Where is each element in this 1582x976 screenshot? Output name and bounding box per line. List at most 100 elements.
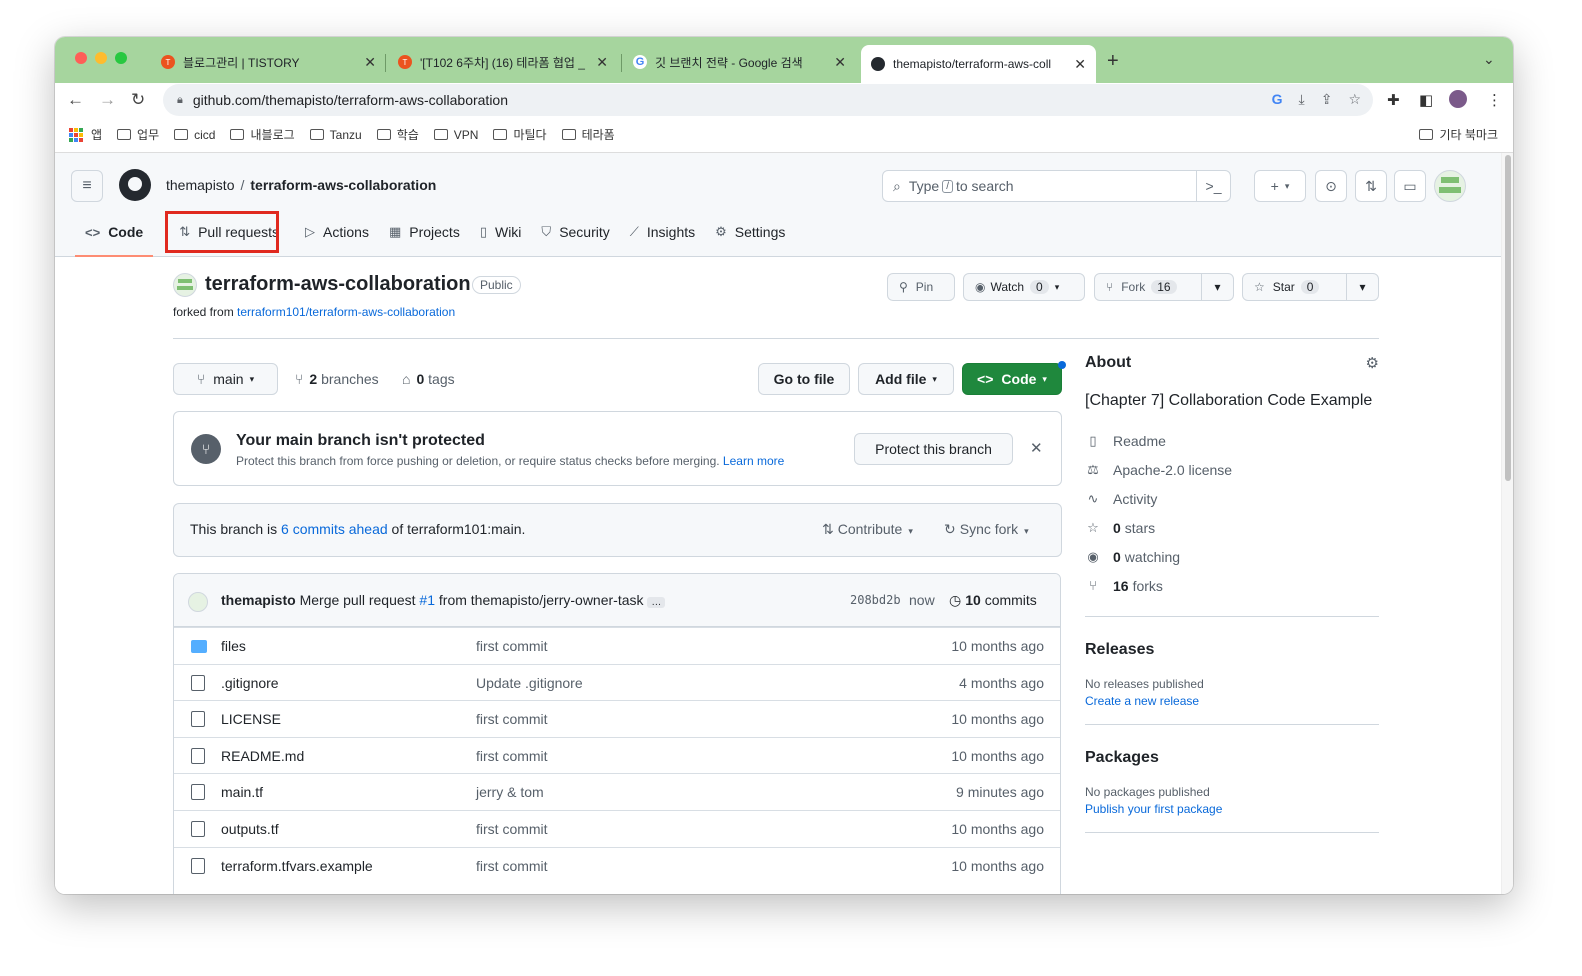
- file-name[interactable]: files: [221, 638, 246, 654]
- add-file-button[interactable]: Add file ▾: [858, 363, 954, 395]
- branch-select[interactable]: ⑂ main ▾: [173, 363, 278, 395]
- bookmark-star-icon[interactable]: ☆: [1348, 91, 1361, 108]
- close-tab-icon[interactable]: ✕: [834, 54, 846, 71]
- expand-commit-button[interactable]: …: [647, 597, 666, 608]
- browser-menu-icon[interactable]: ⋮: [1487, 91, 1502, 109]
- tab-insights[interactable]: ⟋ Insights: [620, 215, 705, 249]
- forked-from-link[interactable]: terraform101/terraform-aws-collaboration: [237, 305, 455, 319]
- file-row[interactable]: .gitignore Update .gitignore 4 months ago: [174, 663, 1060, 701]
- tab-actions[interactable]: ▷ Actions: [295, 215, 379, 249]
- file-row[interactable]: outputs.tf first commit 10 months ago: [174, 809, 1060, 847]
- chevron-down-icon[interactable]: ▾: [1201, 274, 1233, 300]
- close-window-button[interactable]: [75, 52, 87, 64]
- other-bookmarks-folder[interactable]: 기타 북마크: [1419, 126, 1498, 143]
- bookmark-folder[interactable]: 마틸다: [493, 126, 547, 143]
- bookmark-folder[interactable]: cicd: [174, 128, 215, 142]
- fork-button[interactable]: ⑂ Fork 16 ▾: [1094, 273, 1234, 301]
- browser-tab-active[interactable]: themapisto/terraform-aws-coll ✕: [861, 45, 1096, 83]
- file-row[interactable]: main.tf jerry & tom 9 minutes ago: [174, 773, 1060, 810]
- user-avatar[interactable]: [1434, 170, 1466, 202]
- bookmark-folder[interactable]: VPN: [433, 128, 478, 142]
- contribute-dropdown[interactable]: ⇅ Contribute ▾: [822, 521, 913, 538]
- zoom-window-button[interactable]: [115, 52, 127, 64]
- learn-more-link[interactable]: Learn more: [723, 454, 784, 468]
- repo-link[interactable]: terraform-aws-collaboration: [250, 177, 436, 193]
- create-new-button[interactable]: + ▾: [1254, 170, 1306, 202]
- file-commit-message[interactable]: first commit: [476, 711, 548, 727]
- watching-link[interactable]: ◉ 0 watching: [1085, 542, 1379, 571]
- file-commit-message[interactable]: jerry & tom: [476, 784, 544, 800]
- bookmark-folder[interactable]: 내블로그: [230, 126, 295, 143]
- profile-avatar[interactable]: [1449, 90, 1467, 108]
- inbox-icon[interactable]: ▭: [1394, 170, 1426, 202]
- bookmark-folder[interactable]: Tanzu: [309, 128, 362, 142]
- bookmark-folder[interactable]: 업무: [117, 126, 159, 143]
- extensions-icon[interactable]: ✚: [1387, 91, 1400, 109]
- code-button[interactable]: <> Code ▾: [962, 363, 1062, 395]
- file-commit-message[interactable]: first commit: [476, 821, 548, 837]
- commits-link[interactable]: ◷ 10 commits: [949, 592, 1037, 609]
- command-palette-icon[interactable]: >_: [1196, 171, 1230, 201]
- file-name[interactable]: README.md: [221, 748, 304, 764]
- create-release-link[interactable]: Create a new release: [1085, 694, 1199, 708]
- tab-wiki[interactable]: ▯ Wiki: [470, 215, 532, 249]
- publish-package-link[interactable]: Publish your first package: [1085, 802, 1222, 816]
- gear-icon[interactable]: ⚙: [1366, 354, 1379, 372]
- forward-icon[interactable]: →: [99, 90, 116, 110]
- branches-link[interactable]: ⑂ 2 branches: [295, 371, 379, 387]
- sync-fork-dropdown[interactable]: ↻ Sync fork ▾: [944, 521, 1029, 538]
- file-name[interactable]: .gitignore: [221, 675, 279, 691]
- tab-security[interactable]: ⛉ Security: [531, 215, 619, 249]
- install-app-icon[interactable]: ⤓: [1299, 91, 1305, 108]
- address-bar[interactable]: 🔒︎ github.com/themapisto/terraform-aws-c…: [163, 84, 1373, 116]
- pin-button[interactable]: ⚲ Pin: [887, 273, 955, 301]
- pr-link[interactable]: #1: [419, 592, 435, 608]
- tab-projects[interactable]: ▦ Projects: [379, 215, 470, 249]
- tab-code[interactable]: <> Code: [75, 215, 154, 257]
- scrollbar[interactable]: [1501, 153, 1513, 894]
- close-icon[interactable]: ✕: [1030, 439, 1043, 457]
- forks-link[interactable]: ⑂ 16 forks: [1085, 571, 1379, 600]
- license-link[interactable]: ⚖ Apache-2.0 license: [1085, 455, 1379, 484]
- close-tab-icon[interactable]: ✕: [364, 54, 376, 71]
- activity-link[interactable]: ∿ Activity: [1085, 484, 1379, 513]
- stars-link[interactable]: ☆ 0 stars: [1085, 513, 1379, 542]
- repo-name[interactable]: terraform-aws-collaboration: [205, 273, 471, 296]
- tab-search-chevron-icon[interactable]: ⌄: [1483, 51, 1495, 68]
- new-tab-icon[interactable]: +: [1107, 50, 1119, 73]
- file-name[interactable]: main.tf: [221, 784, 263, 800]
- bookmark-folder[interactable]: 학습: [376, 126, 419, 143]
- star-button[interactable]: ☆ Star 0 ▾: [1242, 273, 1379, 301]
- bookmark-apps[interactable]: 앱: [69, 126, 102, 143]
- minimize-window-button[interactable]: [95, 52, 107, 64]
- commit-sha[interactable]: 208bd2b: [850, 593, 901, 607]
- protect-branch-button[interactable]: Protect this branch: [854, 433, 1013, 465]
- issues-icon[interactable]: ⊙: [1315, 170, 1347, 202]
- pull-requests-icon[interactable]: ⇅: [1355, 170, 1387, 202]
- file-commit-message[interactable]: first commit: [476, 748, 548, 764]
- file-commit-message[interactable]: first commit: [476, 858, 548, 874]
- tags-link[interactable]: ⌂ 0 tags: [402, 371, 455, 387]
- back-icon[interactable]: ←: [67, 90, 84, 110]
- close-tab-icon[interactable]: ✕: [1074, 56, 1086, 73]
- google-lens-icon[interactable]: G: [1272, 91, 1283, 108]
- commits-ahead-link[interactable]: 6 commits ahead: [281, 521, 388, 537]
- browser-tab[interactable]: T '[T102 6주차] (16) 테라폼 협업 _ ✕: [388, 46, 618, 78]
- browser-tab[interactable]: T 블로그관리 | TISTORY ✕: [151, 46, 386, 78]
- file-row[interactable]: files first commit 10 months ago: [174, 627, 1060, 664]
- owner-link[interactable]: themapisto: [166, 177, 234, 193]
- file-name[interactable]: outputs.tf: [221, 821, 279, 837]
- browser-tab[interactable]: G 깃 브랜치 전략 - Google 검색 ✕: [623, 46, 856, 78]
- readme-link[interactable]: ▯ Readme: [1085, 426, 1379, 455]
- releases-title[interactable]: Releases: [1085, 641, 1379, 659]
- reload-icon[interactable]: ↻: [131, 90, 145, 110]
- commit-author[interactable]: themapisto: [221, 592, 296, 608]
- file-row[interactable]: LICENSE first commit 10 months ago: [174, 700, 1060, 737]
- search-input[interactable]: ⌕ Type / to search >_: [882, 170, 1231, 202]
- file-name[interactable]: LICENSE: [221, 711, 281, 727]
- tab-pull-requests[interactable]: ⇅ Pull requests: [169, 215, 289, 249]
- tab-settings[interactable]: ⚙ Settings: [705, 215, 795, 249]
- close-tab-icon[interactable]: ✕: [596, 54, 608, 71]
- menu-icon[interactable]: ≡: [71, 170, 103, 202]
- github-logo-icon[interactable]: [119, 169, 151, 201]
